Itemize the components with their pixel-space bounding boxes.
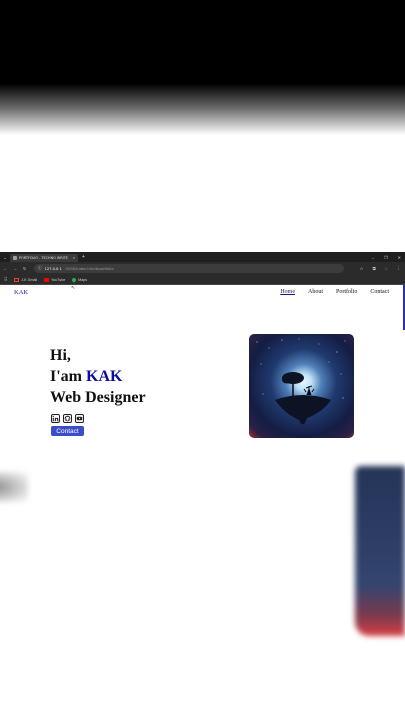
- tab-title: PORTFOLIO - TECHNO WRITE: [19, 256, 68, 260]
- address-bar[interactable]: ⓘ 127.0.0.1:5500/index.html#portfolio: [34, 264, 344, 273]
- new-tab-icon[interactable]: +: [82, 254, 85, 260]
- nav-portfolio[interactable]: Portfolio: [336, 289, 357, 295]
- browser-tab[interactable]: PORTFOLIO - TECHNO WRITE ×: [10, 254, 78, 262]
- back-icon[interactable]: ←: [3, 266, 7, 271]
- bookmark-label: Maps: [78, 277, 87, 282]
- github-icon[interactable]: [63, 414, 72, 423]
- extensions-icon[interactable]: ⧉: [373, 266, 376, 271]
- apps-grid-icon[interactable]: ⠿: [4, 277, 7, 283]
- minimize-icon[interactable]: –: [372, 255, 374, 260]
- close-window-icon[interactable]: ✕: [398, 255, 401, 260]
- browser-toolbar: ← → ↻ ⓘ 127.0.0.1:5500/index.html#portfo…: [0, 262, 405, 275]
- bookmark-maps[interactable]: Maps: [71, 276, 87, 283]
- profile-icon[interactable]: ◌: [385, 266, 388, 271]
- site-info-icon[interactable]: ⓘ: [38, 266, 42, 271]
- bookmark-youtube[interactable]: YouTube: [44, 277, 66, 282]
- tab-strip: ⌄ PORTFOLIO - TECHNO WRITE × + – ❐ ✕: [0, 252, 405, 262]
- floating-island-art: [256, 338, 346, 425]
- site-logo[interactable]: KAK: [14, 289, 28, 296]
- nav-contact[interactable]: Contact: [370, 289, 389, 295]
- hero-name: KAK: [86, 368, 123, 385]
- url-host: 127.0.0.1: [44, 266, 62, 271]
- youtube-icon: [44, 277, 50, 282]
- reload-icon[interactable]: ↻: [23, 266, 26, 271]
- linkedin-icon[interactable]: [51, 414, 60, 423]
- blurred-background-right: [355, 466, 405, 636]
- social-links: [51, 414, 84, 423]
- video-top-overlay: [0, 0, 405, 135]
- maximize-icon[interactable]: ❐: [384, 255, 388, 260]
- hero-heading: Hi, I'am KAK Web Designer: [50, 345, 146, 408]
- hero-illustration: [249, 334, 354, 438]
- nav-home[interactable]: Home: [280, 289, 295, 295]
- youtube-icon[interactable]: [75, 414, 84, 423]
- maps-icon: [71, 276, 78, 283]
- nav-about[interactable]: About: [308, 289, 323, 295]
- bookmarks-bar: ⠿ J-K Gmail YouTube Maps: [0, 275, 405, 285]
- bookmark-gmail[interactable]: J-K Gmail: [14, 277, 38, 282]
- bookmark-star-icon[interactable]: ☆: [360, 266, 364, 272]
- tab-search-icon[interactable]: ⌄: [0, 255, 10, 260]
- window-controls: – ❐ ✕: [372, 252, 403, 262]
- nav-links: Home About Portfolio Contact: [280, 289, 389, 295]
- hero-role: Web Designer: [50, 389, 146, 406]
- hero-intro-prefix: I'am: [50, 368, 86, 385]
- hero-greeting: Hi,: [50, 347, 71, 364]
- bookmark-label: YouTube: [51, 277, 66, 282]
- forward-icon[interactable]: →: [13, 266, 17, 271]
- contact-button[interactable]: Contact: [51, 426, 84, 436]
- bookmark-label: J-K Gmail: [21, 277, 38, 282]
- page-viewport: KAK ↖ Home About Portfolio Contact Hi, I…: [0, 285, 405, 469]
- blurred-background-left: [0, 472, 28, 502]
- url-path: :5500/index.html#portfolio: [64, 266, 114, 271]
- toolbar-actions: ☆ ⧉ ◌ ⋮: [360, 262, 401, 275]
- mouse-cursor-icon: ↖: [71, 285, 76, 291]
- gmail-icon: [14, 277, 20, 282]
- browser-window: ⌄ PORTFOLIO - TECHNO WRITE × + – ❐ ✕ ← →…: [0, 252, 405, 469]
- hero-intro: I'am KAK: [50, 366, 146, 387]
- menu-icon[interactable]: ⋮: [397, 266, 402, 272]
- favicon-icon: [13, 256, 17, 260]
- site-navbar: KAK ↖ Home About Portfolio Contact: [0, 285, 405, 301]
- tab-close-icon[interactable]: ×: [73, 256, 75, 260]
